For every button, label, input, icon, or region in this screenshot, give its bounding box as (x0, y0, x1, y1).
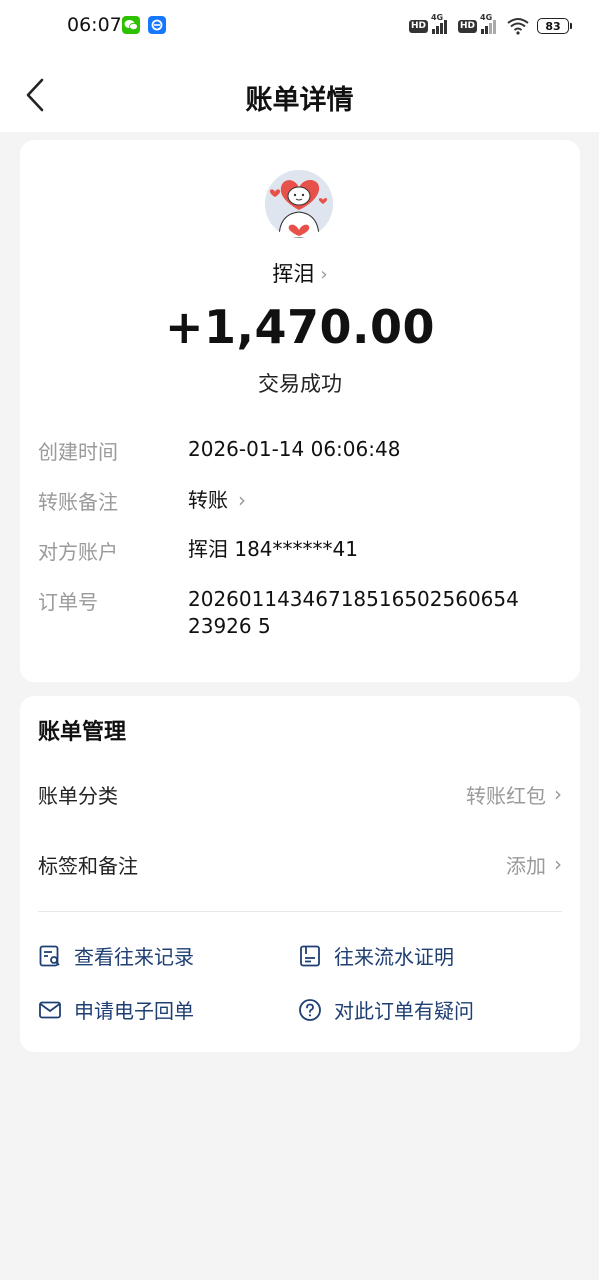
detail-label: 转账备注 (38, 490, 118, 514)
chevron-right-icon: › (238, 488, 246, 512)
page-title: 账单详情 (245, 85, 354, 116)
network-type-label: 4G (430, 13, 444, 22)
detail-value: 挥泪 184******41 (188, 537, 358, 561)
chevron-right-icon: › (320, 263, 328, 285)
detail-row-counterparty-account: 对方账户 挥泪 184******41 (38, 536, 562, 565)
detail-label: 创建时间 (38, 440, 118, 464)
hd-badge: HD (457, 19, 477, 33)
avatar[interactable] (265, 170, 333, 238)
detail-row-order-number: 订单号 2026011434671851650256065423926 5 (38, 586, 562, 640)
action-label: 申请电子回单 (74, 999, 194, 1023)
view-records-button[interactable]: 查看往来记录 (38, 941, 194, 970)
detail-label: 订单号 (38, 590, 98, 614)
action-label: 对此订单有疑问 (334, 999, 474, 1023)
chevron-right-icon: › (554, 782, 562, 806)
divider (38, 911, 562, 912)
detail-label: 对方账户 (38, 540, 118, 564)
document-icon (300, 945, 320, 966)
chevron-right-icon: › (554, 852, 562, 876)
transaction-card: 挥泪 › +1,470.00 交易成功 创建时间 2026-01-14 06:0… (20, 140, 580, 682)
tags-notes-value: 添加 (506, 853, 546, 878)
e-receipt-button[interactable]: 申请电子回单 (38, 995, 194, 1024)
wifi-icon (507, 18, 529, 35)
wechat-notification-icon (122, 16, 140, 34)
detail-row-created-time: 创建时间 2026-01-14 06:06:48 (38, 436, 562, 465)
signal-icon: 4G (480, 13, 503, 34)
header: 账单详情 (0, 52, 599, 132)
help-question-icon (299, 998, 321, 1021)
status-indicators: HD 4G HD 4G 83 (408, 13, 572, 37)
flow-certificate-button[interactable]: 往来流水证明 (298, 941, 454, 970)
tags-notes-label: 标签和备注 (38, 853, 138, 878)
transaction-amount: +1,470.00 (164, 300, 436, 354)
transfer-note-link[interactable]: 转账 › (188, 486, 562, 515)
bill-category-value: 转账红包 (466, 783, 546, 808)
status-bar: 06:07 HD 4G HD 4G 83 (0, 0, 599, 52)
battery-icon: 83 (537, 18, 572, 34)
detail-row-transfer-note: 转账备注 转账 › (38, 486, 562, 515)
order-question-button[interactable]: 对此订单有疑问 (298, 995, 474, 1024)
record-search-icon (39, 945, 60, 966)
signal-icon: 4G (431, 13, 454, 34)
section-title: 账单管理 (38, 720, 127, 745)
bill-category-label: 账单分类 (38, 783, 118, 808)
network-type-label: 4G (480, 13, 493, 22)
mail-icon (39, 1001, 61, 1018)
counterparty-name-link[interactable]: 挥泪 › (20, 258, 580, 288)
bill-management-card: 账单管理 账单分类 转账红包 › 标签和备注 添加 › 查看往来记录 往来流水证… (20, 696, 580, 1052)
action-label: 查看往来记录 (74, 945, 194, 969)
counterparty-name: 挥泪 (272, 262, 315, 286)
action-label: 往来流水证明 (334, 945, 454, 969)
tags-notes-row[interactable]: 标签和备注 添加 › (38, 844, 562, 884)
detail-value: 转账 (188, 488, 228, 512)
bill-category-row[interactable]: 账单分类 转账红包 › (38, 774, 562, 814)
avatar-image (265, 170, 333, 238)
detail-value: 2026-01-14 06:06:48 (188, 437, 401, 461)
transaction-status: 交易成功 (258, 372, 342, 396)
status-time: 06:07 (67, 14, 122, 36)
order-number-value[interactable]: 2026011434671851650256065423926 5 (188, 586, 528, 640)
hd-badge: HD (408, 19, 428, 33)
alipay-notification-icon (148, 16, 166, 34)
